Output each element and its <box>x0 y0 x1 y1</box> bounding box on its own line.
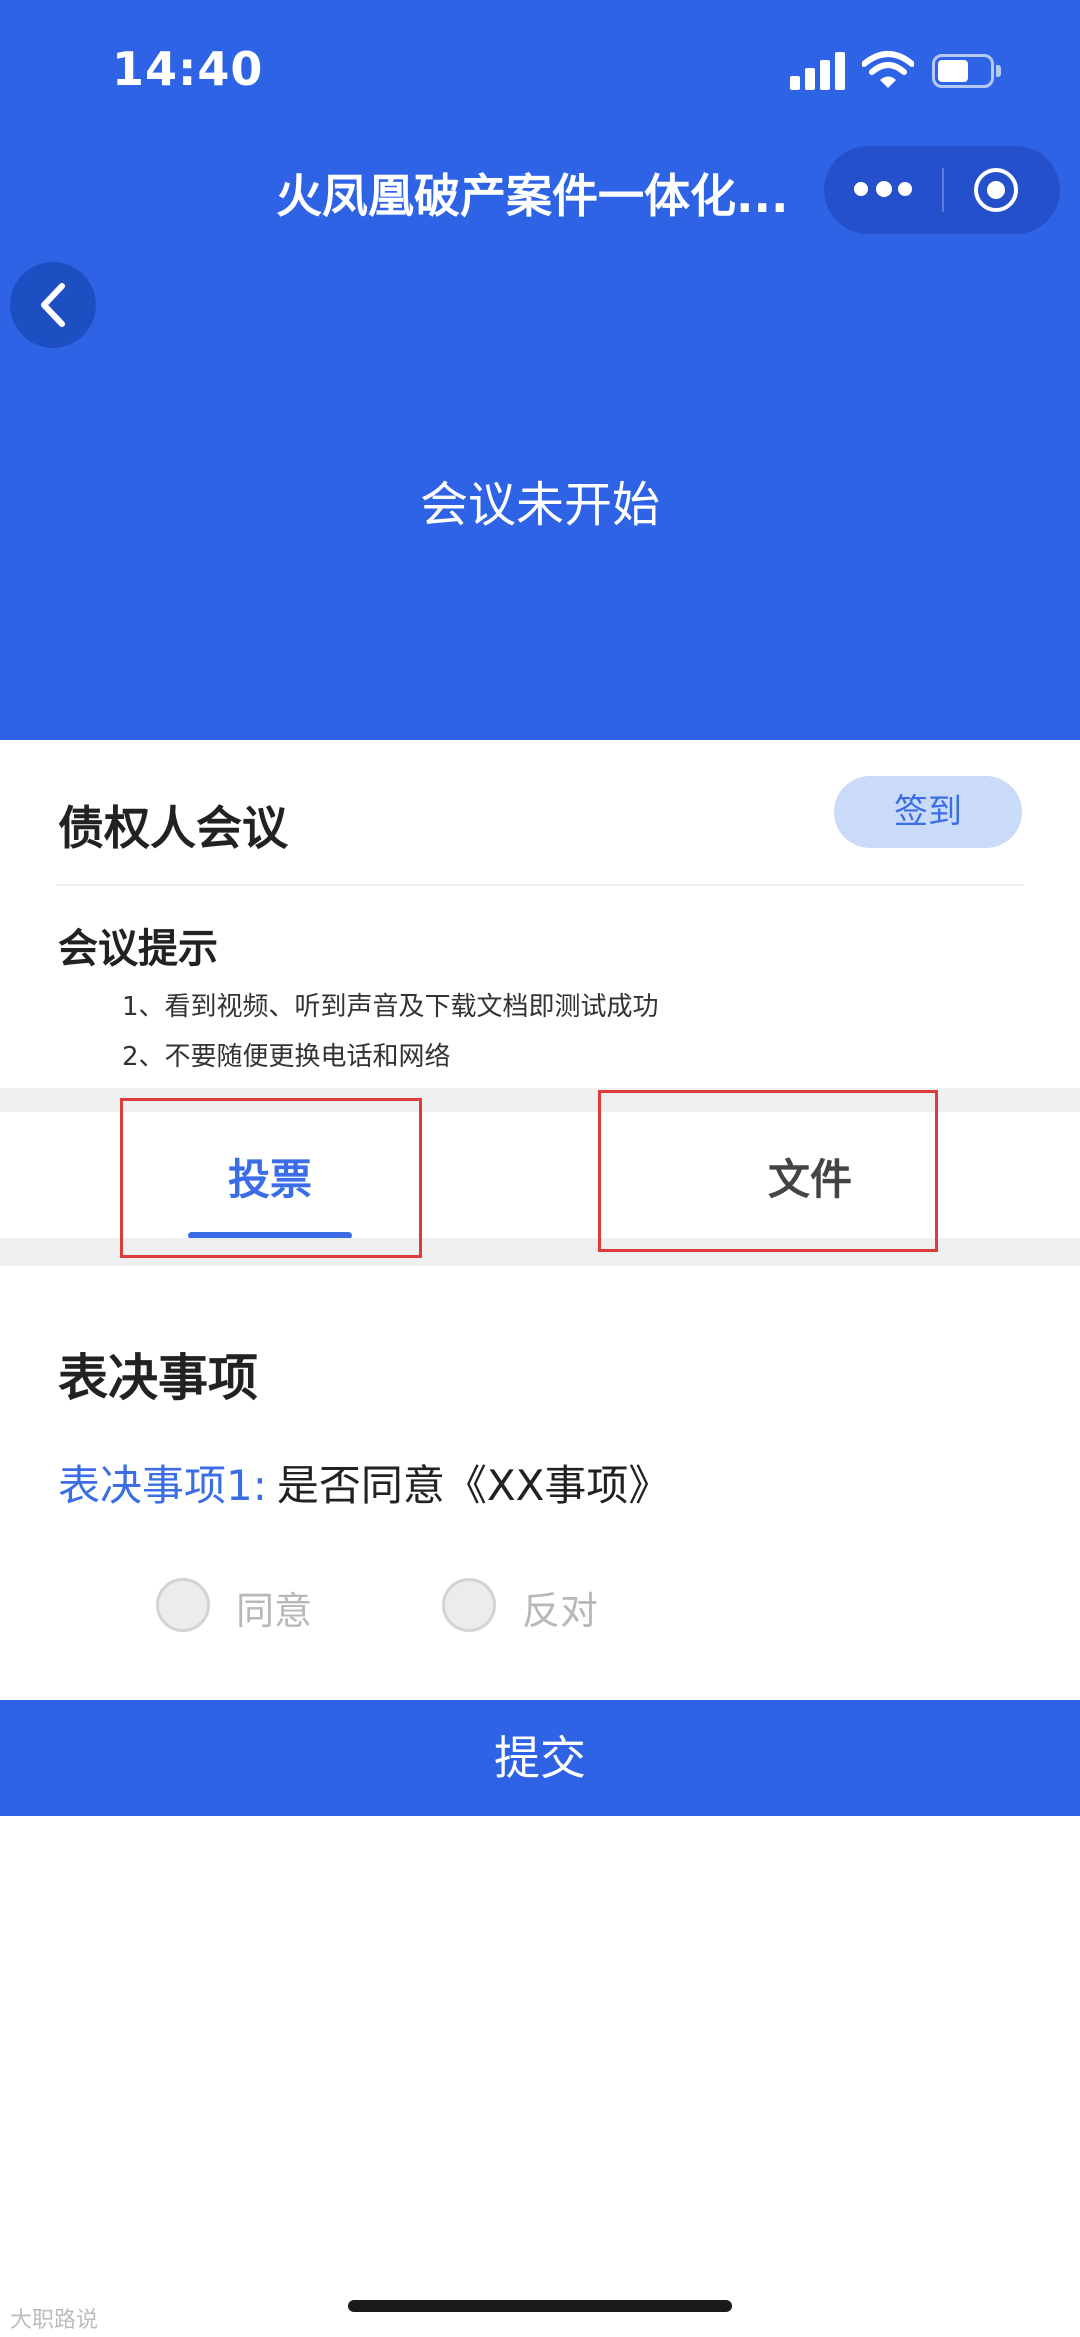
vote-item: 表决事项1: 是否同意《XX事项》 <box>58 1452 670 1513</box>
option-agree-label[interactable]: 同意 <box>236 1580 312 1635</box>
vote-item-text: 是否同意《XX事项》 <box>276 1461 671 1510</box>
radio-oppose[interactable] <box>442 1578 496 1632</box>
signal-icon <box>790 52 846 90</box>
wifi-icon <box>861 50 915 90</box>
mini-program-title: 火凤凰破产案件一体化... <box>276 169 789 223</box>
annotation-box-vote <box>120 1098 422 1258</box>
vote-section-title: 表决事项 <box>58 1349 258 1407</box>
tip-item: 2、不要随便更换电话和网络 <box>122 1042 451 1072</box>
tip-item: 1、看到视频、听到声音及下载文档即测试成功 <box>122 992 659 1022</box>
mini-program-capsule <box>824 146 1060 234</box>
radio-agree[interactable] <box>156 1578 210 1632</box>
capsule-divider <box>942 168 944 212</box>
annotation-box-file <box>598 1090 938 1252</box>
tips-title: 会议提示 <box>58 926 218 972</box>
more-icon[interactable] <box>854 176 914 204</box>
vote-item-label: 表决事项1: <box>58 1461 267 1510</box>
chevron-left-icon <box>41 283 65 327</box>
close-target-icon[interactable] <box>974 168 1018 212</box>
option-oppose-label[interactable]: 反对 <box>522 1580 598 1635</box>
back-button[interactable] <box>10 262 96 348</box>
hero-banner <box>0 0 1080 740</box>
battery-icon <box>932 54 1002 90</box>
status-time: 14:40 <box>112 42 264 96</box>
divider <box>56 884 1024 886</box>
submit-button[interactable]: 提交 <box>0 1700 1080 1816</box>
meeting-name: 债权人会议 <box>58 801 288 855</box>
meeting-status: 会议未开始 <box>419 477 660 533</box>
signin-button[interactable]: 签到 <box>834 776 1022 848</box>
home-indicator <box>348 2300 732 2312</box>
watermark: 大职路说 <box>10 2308 99 2333</box>
